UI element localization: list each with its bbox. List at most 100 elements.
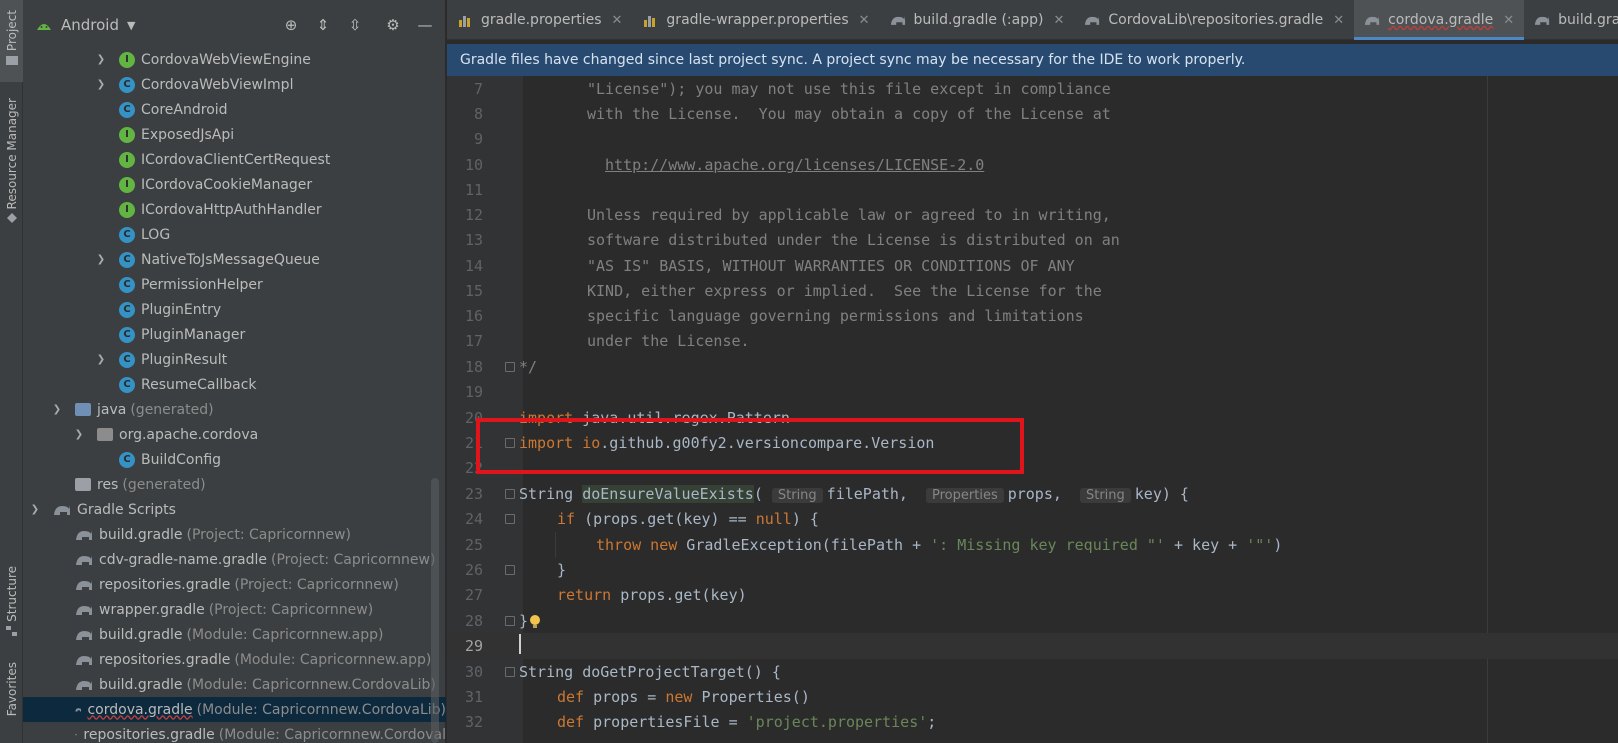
code-line[interactable]: 14 "AS IS" BASIS, WITHOUT WARRANTIES OR …: [447, 253, 1618, 279]
fold-marker-icon[interactable]: [505, 362, 515, 372]
code-line[interactable]: 13 software distributed under the Licens…: [447, 227, 1618, 253]
close-icon[interactable]: ✕: [1333, 13, 1344, 28]
code-line[interactable]: 8 with the License. You may obtain a cop…: [447, 101, 1618, 127]
tree-item-gradle-scripts[interactable]: ❯ Gradle Scripts: [23, 497, 446, 522]
tree-item[interactable]: C PermissionHelper: [23, 272, 446, 297]
chevron-right-icon[interactable]: ❯: [95, 79, 107, 90]
tree-item[interactable]: repositories.gradle (Module: Capricornne…: [23, 722, 446, 743]
code-line[interactable]: 30 String doGetProjectTarget() {: [447, 659, 1618, 685]
lightbulb-icon[interactable]: [528, 614, 542, 630]
code-line[interactable]: 15 KIND, either express or implied. See …: [447, 278, 1618, 304]
close-icon[interactable]: ✕: [1503, 13, 1514, 28]
locate-icon[interactable]: ⊕: [279, 14, 303, 36]
code-text: Properties(): [692, 688, 810, 706]
code-line[interactable]: 16 specific language governing permissio…: [447, 303, 1618, 329]
tree-item-label: NativeToJsMessageQueue: [141, 251, 320, 268]
gear-icon[interactable]: ⚙: [381, 14, 405, 36]
code-line[interactable]: 28 }: [447, 608, 1618, 634]
favorites-tool-tab[interactable]: Favorites: [0, 662, 23, 743]
code-line[interactable]: 10 http://www.apache.org/licenses/LICENS…: [447, 152, 1618, 178]
line-number: 16: [464, 307, 483, 325]
chevron-right-icon[interactable]: ❯: [95, 354, 107, 365]
chevron-down-icon[interactable]: ❯: [51, 404, 63, 415]
tree-item[interactable]: C LOG: [23, 222, 446, 247]
tree-item[interactable]: repositories.gradle (Project: Capricornn…: [23, 572, 446, 597]
code-line[interactable]: 12 Unless required by applicable law or …: [447, 202, 1618, 228]
tree-item[interactable]: C CoreAndroid: [23, 97, 446, 122]
code-line[interactable]: 19: [447, 379, 1618, 405]
tree-item[interactable]: C ResumeCallback: [23, 372, 446, 397]
fold-marker-icon[interactable]: [505, 616, 515, 626]
chevron-down-icon[interactable]: ❯: [29, 504, 41, 515]
project-tool-tab[interactable]: Project: [0, 0, 23, 82]
code-line[interactable]: 32 def propertiesFile = 'project.propert…: [447, 709, 1618, 735]
tree-item-hint: (Project: Capricornnew): [208, 601, 374, 618]
tree-item-label: build.gradle: [99, 676, 183, 693]
tree-scrollbar[interactable]: [431, 478, 439, 743]
structure-tool-tab[interactable]: Structure: [0, 566, 23, 644]
tree-item[interactable]: I ExposedJsApi: [23, 122, 446, 147]
code-line[interactable]: 11: [447, 177, 1618, 203]
code-line-current[interactable]: 29: [447, 633, 1618, 659]
tab-build-gradle-cordovalib[interactable]: build.gradle (Ca: [1524, 0, 1618, 40]
class-icon: C: [119, 326, 135, 343]
tree-item[interactable]: wrapper.gradle (Project: Capricornnew): [23, 597, 446, 622]
tree-item-selected[interactable]: cordova.gradle (Module: Capricornnew.Cor…: [23, 697, 446, 722]
tree-item[interactable]: ❯ I CordovaWebViewEngine: [23, 47, 446, 72]
tree-item[interactable]: build.gradle (Module: Capricornnew.app): [23, 622, 446, 647]
close-icon[interactable]: ✕: [859, 13, 870, 28]
fold-marker-icon[interactable]: [505, 667, 515, 677]
code-line[interactable]: 24 if (props.get(key) == null) {: [447, 506, 1618, 532]
tree-item[interactable]: C PluginEntry: [23, 297, 446, 322]
tab-gradle-wrapper-properties[interactable]: gradle-wrapper.properties ✕: [632, 0, 879, 40]
fold-marker-icon[interactable]: [505, 565, 515, 575]
chevron-right-icon[interactable]: ❯: [95, 54, 107, 65]
chevron-down-icon[interactable]: ❯: [73, 429, 85, 440]
code-line[interactable]: 18 */: [447, 354, 1618, 380]
expand-all-icon[interactable]: ⇕: [311, 14, 335, 36]
code-line[interactable]: 26 }: [447, 557, 1618, 583]
tree-item-res-generated[interactable]: res (generated): [23, 472, 446, 497]
tree-item[interactable]: I ICordovaHttpAuthHandler: [23, 197, 446, 222]
tree-item[interactable]: ❯ C CordovaWebViewImpl: [23, 72, 446, 97]
license-link[interactable]: http://www.apache.org/licenses/LICENSE-2…: [605, 156, 984, 174]
tree-item[interactable]: ❯ C PluginResult: [23, 347, 446, 372]
code-line[interactable]: 25 throw new GradleException(filePath + …: [447, 532, 1618, 558]
close-icon[interactable]: ✕: [612, 13, 623, 28]
code-line[interactable]: 17 under the License.: [447, 328, 1618, 354]
tree-item[interactable]: build.gradle (Project: Capricornnew): [23, 522, 446, 547]
close-icon[interactable]: ✕: [1053, 13, 1064, 28]
collapse-all-icon[interactable]: ⇳: [343, 14, 367, 36]
tree-item[interactable]: C BuildConfig: [23, 447, 446, 472]
tab-label: cordova.gradle: [1388, 12, 1494, 28]
line-number: 30: [464, 663, 483, 681]
tab-cordovalib-repositories-gradle[interactable]: CordovaLib\repositories.gradle ✕: [1074, 0, 1354, 40]
code-line[interactable]: 23 String doEnsureValueExists( String fil…: [447, 481, 1618, 507]
tree-item[interactable]: I ICordovaCookieManager: [23, 172, 446, 197]
tab-gradle-properties[interactable]: gradle.properties ✕: [447, 0, 632, 40]
tree-item-java-generated[interactable]: ❯ java (generated): [23, 397, 446, 422]
tree-item-package[interactable]: ❯ org.apache.cordova: [23, 422, 446, 447]
fold-marker-icon[interactable]: [505, 489, 515, 499]
tab-cordova-gradle[interactable]: cordova.gradle ✕: [1354, 0, 1525, 40]
tree-item[interactable]: build.gradle (Module: Capricornnew.Cordo…: [23, 672, 446, 697]
tree-item[interactable]: cdv-gradle-name.gradle (Project: Caprico…: [23, 547, 446, 572]
project-view-selector[interactable]: Android: [61, 16, 119, 34]
fold-marker-icon[interactable]: [505, 514, 515, 524]
code-line[interactable]: 27 return props.get(key): [447, 582, 1618, 608]
tab-build-gradle-app[interactable]: build.gradle (:app) ✕: [880, 0, 1075, 40]
code-editor[interactable]: 7 "License"); you may not use this file …: [447, 76, 1618, 743]
tree-item[interactable]: I ICordovaClientCertRequest: [23, 147, 446, 172]
minimize-icon[interactable]: —: [413, 14, 437, 36]
tree-item[interactable]: C PluginManager: [23, 322, 446, 347]
code-line[interactable]: 7 "License"); you may not use this file …: [447, 76, 1618, 102]
line-number: 9: [473, 130, 483, 148]
code-line[interactable]: 31 def props = new Properties(): [447, 684, 1618, 710]
code-line[interactable]: 9: [447, 126, 1618, 152]
tree-item[interactable]: ❯ C NativeToJsMessageQueue: [23, 247, 446, 272]
tree-item[interactable]: repositories.gradle (Module: Capricornne…: [23, 647, 446, 672]
chevron-down-icon[interactable]: ▼: [127, 19, 135, 32]
resource-manager-tool-tab[interactable]: Resource Manager: [0, 98, 23, 238]
chevron-right-icon[interactable]: ❯: [95, 254, 107, 265]
interface-icon: I: [119, 201, 135, 218]
